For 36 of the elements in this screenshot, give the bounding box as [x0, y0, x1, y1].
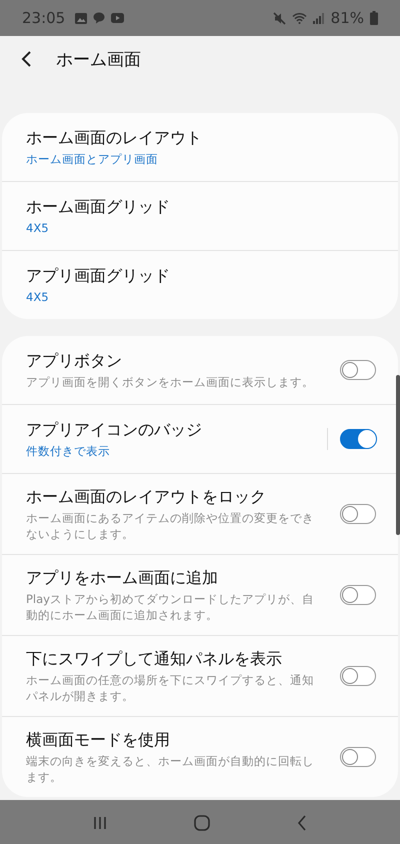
setting-title: アプリアイコンのバッジ	[26, 419, 203, 441]
toggle-switch[interactable]	[340, 360, 376, 380]
setting-description: ホーム画面にあるアイテムの削除や位置の変更をできないようにします。	[26, 510, 315, 542]
setting-description: Playストアから初めてダウンロードしたアプリが、自動的にホーム画面に追加されます。	[26, 591, 315, 623]
mute-icon	[272, 12, 286, 24]
setting-value: 件数付きで表示	[26, 443, 111, 459]
toggle-switch[interactable]	[340, 504, 376, 524]
chat-icon	[93, 12, 106, 24]
setting-title: ホーム画面のレイアウトをロック	[26, 486, 267, 508]
battery-percent: 81%	[330, 9, 364, 27]
video-icon	[111, 13, 124, 23]
setting-value: ホーム画面とアプリ画面	[26, 151, 159, 167]
setting-title: アプリをホーム画面に追加	[26, 567, 219, 589]
setting-value: 4X5	[26, 289, 50, 305]
setting-title: 下にスワイプして通知パネルを表示	[26, 648, 283, 670]
setting-description: 端末の向きを変えると、ホーム画面が自動的に回転します。	[26, 753, 315, 785]
recent-apps-icon[interactable]	[93, 816, 108, 830]
signal-icon	[312, 12, 325, 24]
setting-title: アプリ画面グリッド	[26, 265, 171, 287]
setting-description: ホーム画面の任意の場所を下にスワイプすると、通知パネルが開きます。	[26, 672, 315, 704]
setting-description: アプリ画面を開くボタンをホーム画面に表示します。	[26, 374, 315, 390]
status-time: 23:05	[22, 9, 66, 27]
setting-title: アプリボタン	[26, 350, 123, 372]
toggle-switch[interactable]	[340, 585, 376, 605]
battery-icon	[370, 11, 378, 25]
toggle-switch[interactable]	[340, 747, 376, 767]
setting-title: ホーム画面のレイアウト	[26, 127, 203, 149]
page-title: ホーム画面	[56, 48, 141, 70]
setting-title: ホーム画面グリッド	[26, 196, 171, 218]
toggle-switch[interactable]	[340, 666, 376, 686]
setting-title: 横画面モードを使用	[26, 729, 171, 751]
home-icon[interactable]	[194, 815, 210, 831]
setting-value: 4X5	[26, 220, 50, 236]
wifi-icon	[292, 12, 307, 24]
picture-icon	[75, 12, 88, 24]
toggle-switch[interactable]	[340, 429, 376, 449]
